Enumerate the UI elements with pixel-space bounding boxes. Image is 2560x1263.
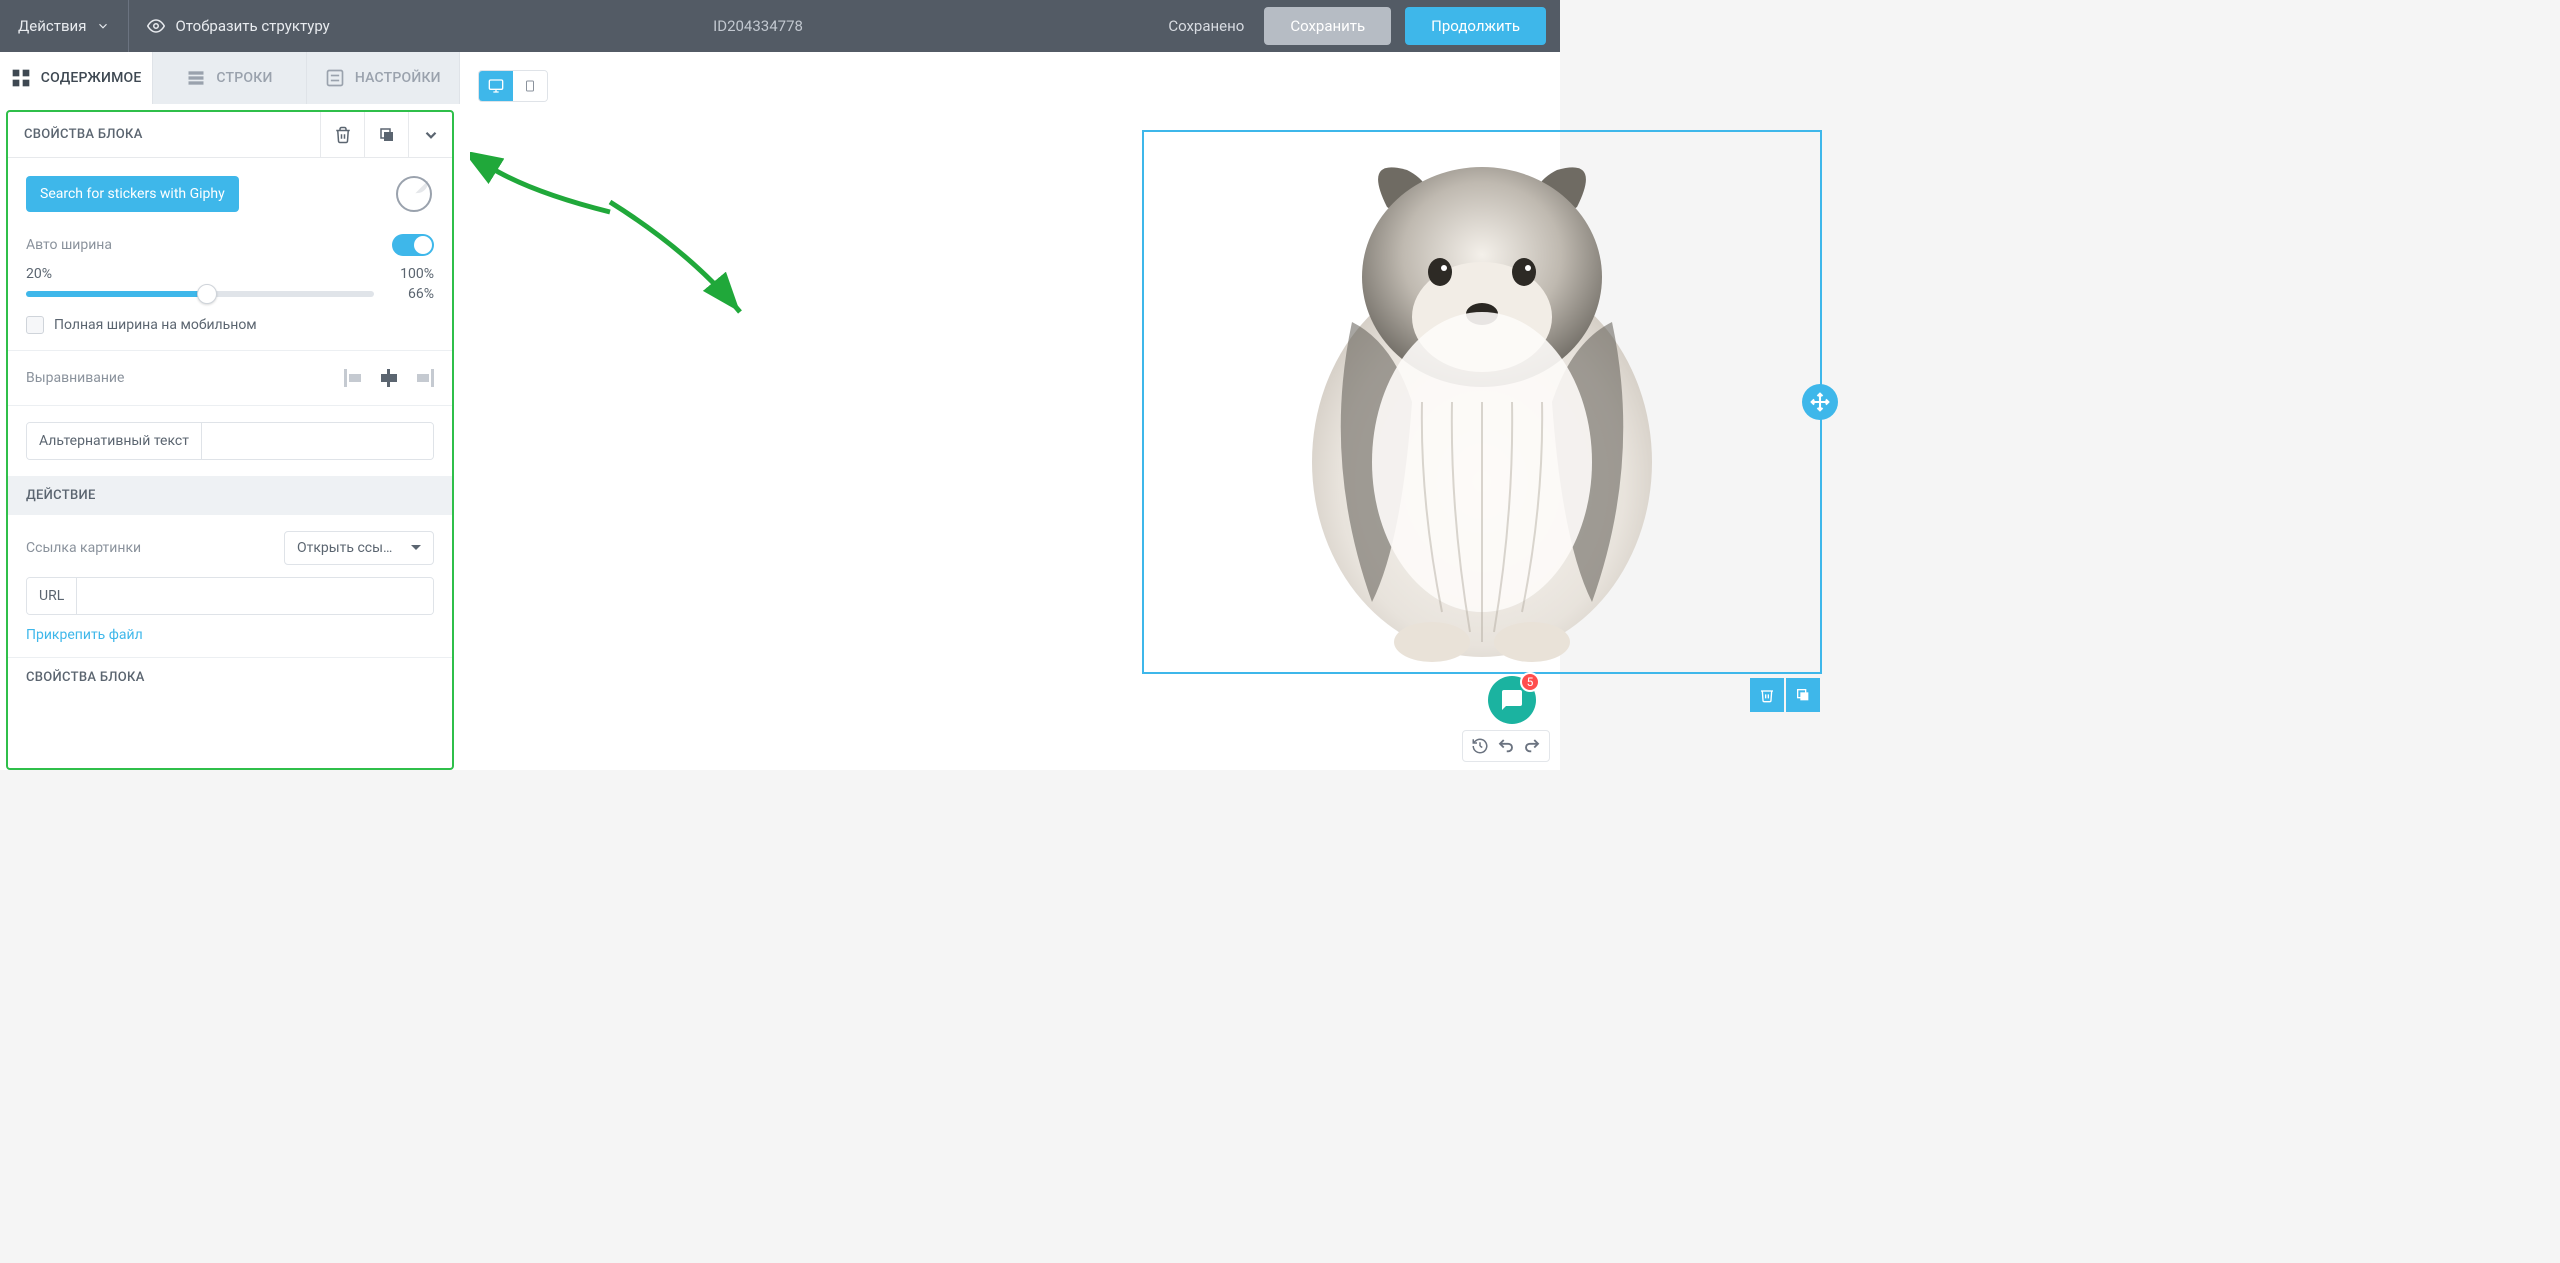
link-target-select[interactable]: Открыть ссы… — [284, 531, 434, 565]
alt-text-label: Альтернативный текст — [27, 423, 202, 459]
attach-file-link[interactable]: Прикрепить файл — [8, 619, 452, 657]
sticker-image — [1292, 142, 1672, 662]
canvas: 5 — [460, 52, 1560, 770]
copy-icon — [378, 126, 396, 144]
chat-fab[interactable]: 5 — [1488, 676, 1536, 724]
history-button[interactable] — [1469, 735, 1491, 757]
alt-text-input[interactable] — [202, 423, 433, 459]
slider-min-label: 20% — [26, 266, 52, 282]
top-bar: Действия Отобразить структуру ID20433477… — [0, 0, 1560, 52]
tab-content-label: СОДЕРЖИМОЕ — [41, 70, 142, 86]
move-icon — [1810, 392, 1830, 412]
move-handle[interactable] — [1802, 384, 1838, 420]
duplicate-block-button[interactable] — [364, 112, 408, 158]
collapse-panel-button[interactable] — [408, 112, 452, 158]
copy-icon — [1795, 687, 1811, 703]
alignment-label: Выравнивание — [26, 370, 124, 386]
action-section-title: ДЕЙСТВИЕ — [8, 476, 452, 515]
full-width-mobile-checkbox[interactable] — [26, 316, 44, 334]
desktop-icon — [487, 78, 505, 94]
auto-width-toggle[interactable] — [392, 234, 434, 256]
undo-button[interactable] — [1495, 735, 1517, 757]
trash-icon — [1759, 687, 1775, 703]
document-id: ID204334778 — [348, 17, 1169, 35]
history-toolbar — [1462, 730, 1550, 762]
chat-badge: 5 — [1520, 672, 1540, 692]
url-label: URL — [27, 578, 77, 614]
stage-duplicate-button[interactable] — [1786, 678, 1820, 712]
annotation-arrow — [600, 172, 780, 332]
image-link-label: Ссылка картинки — [26, 540, 141, 556]
mobile-preview-button[interactable] — [513, 71, 547, 101]
giphy-search-button[interactable]: Search for stickers with Giphy — [26, 176, 239, 212]
slider-value: 66% — [392, 286, 434, 302]
device-preview-toggle — [478, 70, 548, 102]
url-input[interactable] — [77, 578, 433, 614]
redo-icon — [1523, 737, 1541, 755]
mobile-icon — [524, 77, 536, 95]
align-center-icon — [378, 369, 400, 387]
selected-block[interactable] — [1142, 130, 1822, 674]
full-width-mobile-label: Полная ширина на мобильном — [54, 317, 257, 333]
tab-rows-label: СТРОКИ — [216, 70, 272, 86]
chat-icon — [1500, 688, 1524, 712]
tab-settings[interactable]: НАСТРОЙКИ — [307, 52, 460, 104]
content-icon — [11, 68, 31, 88]
save-button[interactable]: Сохранить — [1264, 7, 1391, 45]
properties-panel: СВОЙСТВА БЛОКА Search for s — [6, 110, 454, 770]
annotation-arrow — [470, 152, 770, 332]
chevron-down-icon — [422, 126, 440, 144]
desktop-preview-button[interactable] — [479, 71, 513, 101]
stage-delete-button[interactable] — [1750, 678, 1784, 712]
continue-button[interactable]: Продолжить — [1405, 7, 1546, 45]
sticker-icon — [394, 174, 434, 214]
sidebar-tabs: СОДЕРЖИМОЕ СТРОКИ НАСТРОЙКИ — [0, 52, 460, 104]
align-left-button[interactable] — [344, 369, 366, 387]
chevron-down-icon — [96, 19, 110, 33]
tab-rows[interactable]: СТРОКИ — [153, 52, 306, 104]
width-slider[interactable] — [26, 291, 374, 297]
panel-footer-title: СВОЙСТВА БЛОКА — [8, 658, 452, 685]
history-icon — [1471, 737, 1489, 755]
delete-block-button[interactable] — [320, 112, 364, 158]
tab-content[interactable]: СОДЕРЖИМОЕ — [0, 52, 153, 104]
align-right-button[interactable] — [412, 369, 434, 387]
panel-title: СВОЙСТВА БЛОКА — [8, 127, 320, 142]
show-structure-label: Отобразить структуру — [175, 17, 329, 35]
align-right-icon — [412, 369, 434, 387]
tab-settings-label: НАСТРОЙКИ — [355, 70, 441, 86]
redo-button[interactable] — [1521, 735, 1543, 757]
sidebar: СОДЕРЖИМОЕ СТРОКИ НАСТРОЙКИ СВОЙСТВА БЛО… — [0, 52, 460, 770]
align-left-icon — [344, 369, 366, 387]
align-center-button[interactable] — [378, 369, 400, 387]
actions-menu[interactable]: Действия — [0, 0, 129, 52]
slider-thumb[interactable] — [197, 284, 217, 304]
rows-icon — [186, 68, 206, 88]
save-status: Сохранено — [1168, 17, 1250, 35]
trash-icon — [334, 126, 352, 144]
auto-width-label: Авто ширина — [26, 237, 112, 253]
alt-text-field[interactable]: Альтернативный текст — [26, 422, 434, 460]
url-field[interactable]: URL — [26, 577, 434, 615]
undo-icon — [1497, 737, 1515, 755]
actions-label: Действия — [18, 17, 86, 35]
slider-max-label: 100% — [400, 266, 434, 282]
show-structure-toggle[interactable]: Отобразить структуру — [129, 0, 347, 52]
settings-icon — [325, 68, 345, 88]
eye-icon — [147, 17, 165, 35]
